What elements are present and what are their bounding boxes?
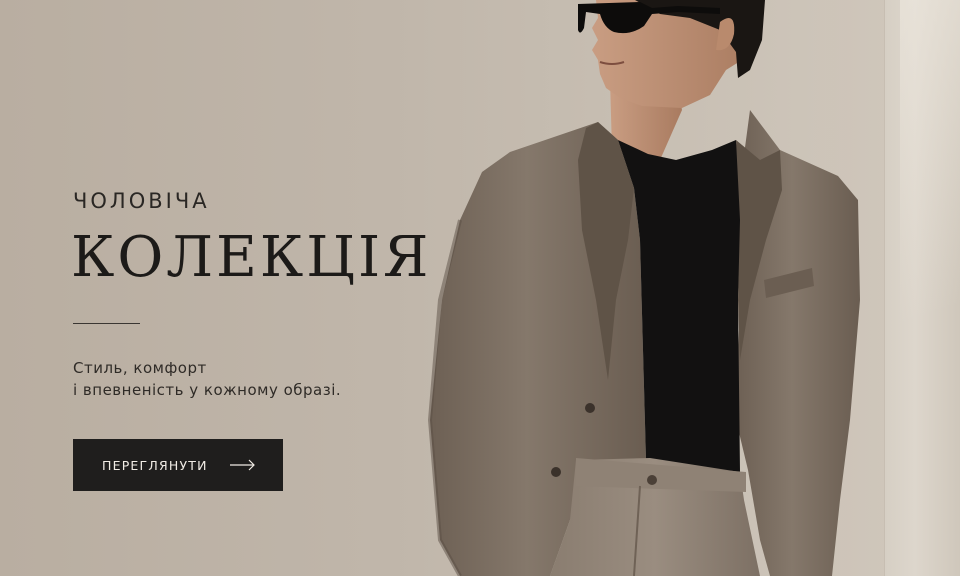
hero-banner: ЧОЛОВІЧА КОЛЕКЦІЯ Стиль, комфорт і впевн… [0,0,960,576]
tagline-line-1: Стиль, комфорт [73,359,207,377]
collection-title: КОЛЕКЦІЯ [71,225,432,290]
arrow-right-icon [229,459,255,471]
title-divider [73,323,140,324]
wall-light [900,0,960,576]
collection-tagline: Стиль, комфорт і впевненість у кожному о… [73,357,341,401]
view-collection-button-label: ПЕРЕГЛЯНУТИ [102,457,208,473]
collection-subtitle: ЧОЛОВІЧА [73,189,210,213]
view-collection-button[interactable]: ПЕРЕГЛЯНУТИ [73,439,283,491]
tagline-line-2: і впевненість у кожному образі. [73,381,342,399]
hero-model-image [427,0,860,576]
